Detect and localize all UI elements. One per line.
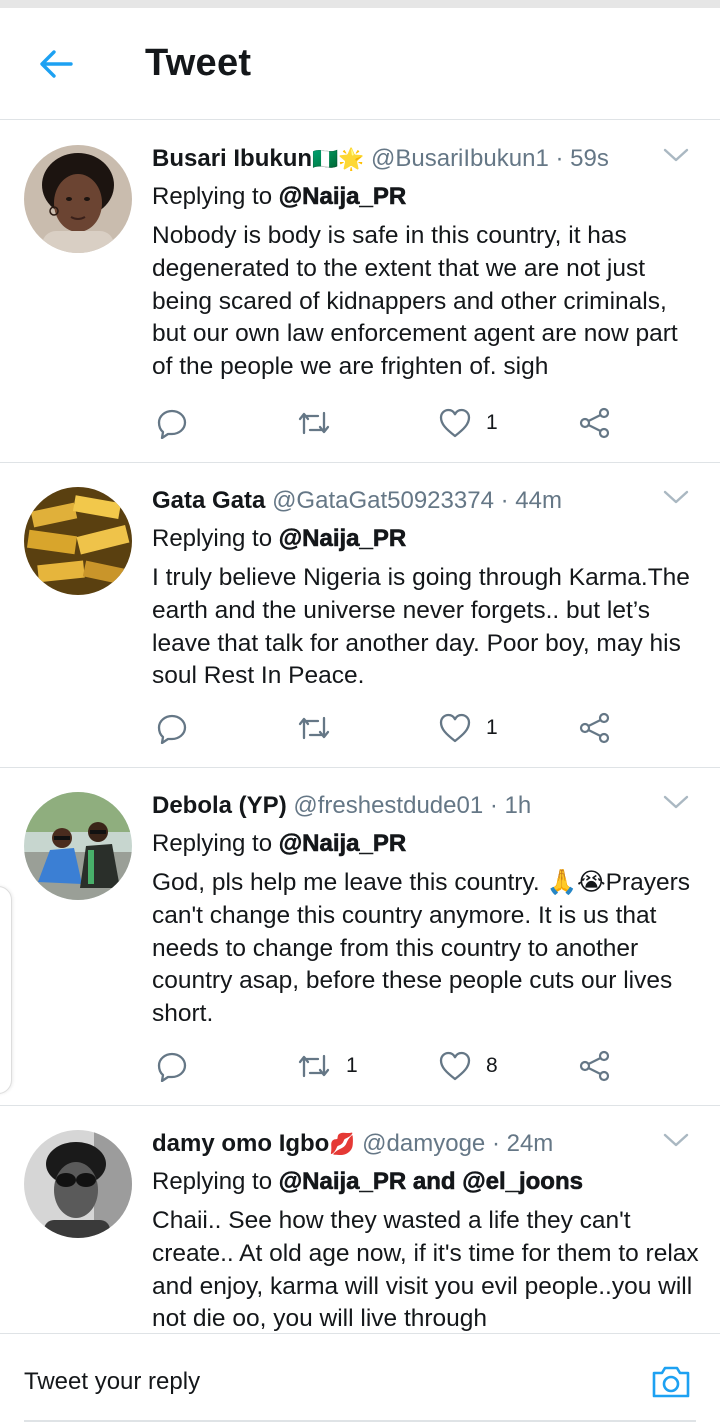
tweet-header: Debola (YP) @freshestdude01 · 1h <box>152 790 531 822</box>
arrow-left-icon <box>40 50 73 78</box>
avatar[interactable] <box>24 1130 132 1238</box>
reply-icon <box>157 714 187 744</box>
display-name[interactable]: Debola (YP) <box>152 792 287 819</box>
tweet[interactable]: Debola (YP) @freshestdude01 · 1h Replyin… <box>0 768 720 1106</box>
share-button[interactable] <box>578 403 612 443</box>
display-name[interactable]: damy omo Igbo <box>152 1130 329 1157</box>
like-count: 1 <box>486 716 498 739</box>
tweet-actions: 1 8 <box>152 1046 622 1086</box>
tweet-text: God, pls help me leave this country. 🙏😭P… <box>152 869 691 1028</box>
user-handle[interactable]: @BusariIbukun1 <box>371 145 549 172</box>
mention-link[interactable]: @Naija_PR <box>278 183 406 211</box>
share-button[interactable] <box>578 708 612 748</box>
tweet[interactable]: damy omo Igbo💋 @damyoge · 24m Replying t… <box>0 1106 720 1333</box>
share-icon <box>579 1050 610 1082</box>
separator-dot: · <box>491 1130 500 1157</box>
replying-to-label: Replying to <box>152 830 273 857</box>
separator-dot: · <box>489 792 498 819</box>
tweet-text: Nobody is body is safe in this country, … <box>152 222 678 381</box>
like-button[interactable]: 8 <box>438 1046 498 1086</box>
replying-to-label: Replying to <box>152 183 273 210</box>
status-bar <box>0 0 720 8</box>
timestamp: 24m <box>506 1130 554 1157</box>
display-name[interactable]: Gata Gata <box>152 487 265 514</box>
user-handle[interactable]: @damyoge <box>362 1130 485 1157</box>
timestamp: 44m <box>515 487 562 514</box>
name-emoji: 🇳🇬🌟 <box>312 147 365 171</box>
tweet[interactable]: Busari Ibukun🇳🇬🌟 @BusariIbukun1 · 59s Re… <box>0 121 720 463</box>
replying-to-label: Replying to <box>152 525 273 552</box>
timestamp: 1h <box>504 792 532 819</box>
reply-button[interactable] <box>156 403 188 443</box>
tweet-header: Busari Ibukun🇳🇬🌟 @BusariIbukun1 · 59s <box>152 143 609 175</box>
heart-icon <box>439 1051 471 1081</box>
tweet-actions: 1 <box>152 708 622 748</box>
user-handle[interactable]: @GataGat50923374 <box>272 487 494 514</box>
chevron-down-icon[interactable] <box>662 792 690 812</box>
page-title: Tweet <box>145 42 252 84</box>
camera-icon[interactable] <box>650 1364 692 1400</box>
retweet-button[interactable]: 1 <box>296 1046 358 1086</box>
retweet-icon <box>298 411 330 435</box>
replying-to: Replying to @Naija_PR and @el_joons <box>152 1166 583 1198</box>
tweet-text: I truly believe Nigeria is going through… <box>152 564 690 690</box>
avatar[interactable] <box>24 145 132 253</box>
reply-icon <box>157 1052 187 1082</box>
chevron-down-icon[interactable] <box>662 487 690 507</box>
retweet-count: 1 <box>346 1054 358 1077</box>
share-button[interactable] <box>578 1046 612 1086</box>
heart-icon <box>439 713 471 743</box>
separator-dot: · <box>500 487 509 514</box>
replying-to: Replying to @Naija_PR <box>152 828 407 860</box>
tweet-text: Chaii.. See how they wasted a life they … <box>152 1207 699 1333</box>
reply-input[interactable]: Tweet your reply <box>24 1368 200 1396</box>
name-emoji: 💋 <box>329 1132 356 1156</box>
tweet-header: Gata Gata @GataGat50923374 · 44m <box>152 485 562 517</box>
reply-composer: Tweet your reply <box>0 1333 720 1422</box>
reply-button[interactable] <box>156 1046 188 1086</box>
mention-link[interactable]: @Naija_PR <box>278 525 406 553</box>
tweet[interactable]: Gata Gata @GataGat50923374 · 44m Replyin… <box>0 463 720 768</box>
avatar[interactable] <box>24 487 132 595</box>
mention-link[interactable]: @Naija_PR and @el_joons <box>278 1168 583 1196</box>
share-icon <box>579 712 610 744</box>
retweet-icon <box>298 1054 330 1078</box>
timestamp: 59s <box>570 145 609 172</box>
like-button[interactable]: 1 <box>438 708 498 748</box>
display-name[interactable]: Busari Ibukun <box>152 145 312 172</box>
reply-button[interactable] <box>156 708 188 748</box>
heart-icon <box>439 408 471 438</box>
user-handle[interactable]: @freshestdude01 <box>293 792 483 819</box>
chevron-down-icon[interactable] <box>662 145 690 165</box>
top-app-bar: Tweet <box>0 8 720 120</box>
retweet-button[interactable] <box>296 708 346 748</box>
reply-icon <box>157 409 187 439</box>
replying-to-label: Replying to <box>152 1168 273 1195</box>
replying-to: Replying to @Naija_PR <box>152 523 407 555</box>
like-count: 8 <box>486 1054 498 1077</box>
share-icon <box>579 407 610 439</box>
like-button[interactable]: 1 <box>438 403 498 443</box>
tweet-actions: 1 <box>152 403 622 443</box>
tweet-header: damy omo Igbo💋 @damyoge · 24m <box>152 1128 553 1160</box>
like-count: 1 <box>486 411 498 434</box>
avatar[interactable] <box>24 792 132 900</box>
mention-link[interactable]: @Naija_PR <box>278 830 406 858</box>
separator-dot: · <box>555 145 564 172</box>
retweet-icon <box>298 716 330 740</box>
back-button[interactable] <box>30 38 82 90</box>
replies-feed[interactable]: Busari Ibukun🇳🇬🌟 @BusariIbukun1 · 59s Re… <box>0 121 720 1333</box>
replying-to: Replying to @Naija_PR <box>152 181 407 213</box>
retweet-button[interactable] <box>296 403 346 443</box>
chevron-down-icon[interactable] <box>662 1130 690 1150</box>
